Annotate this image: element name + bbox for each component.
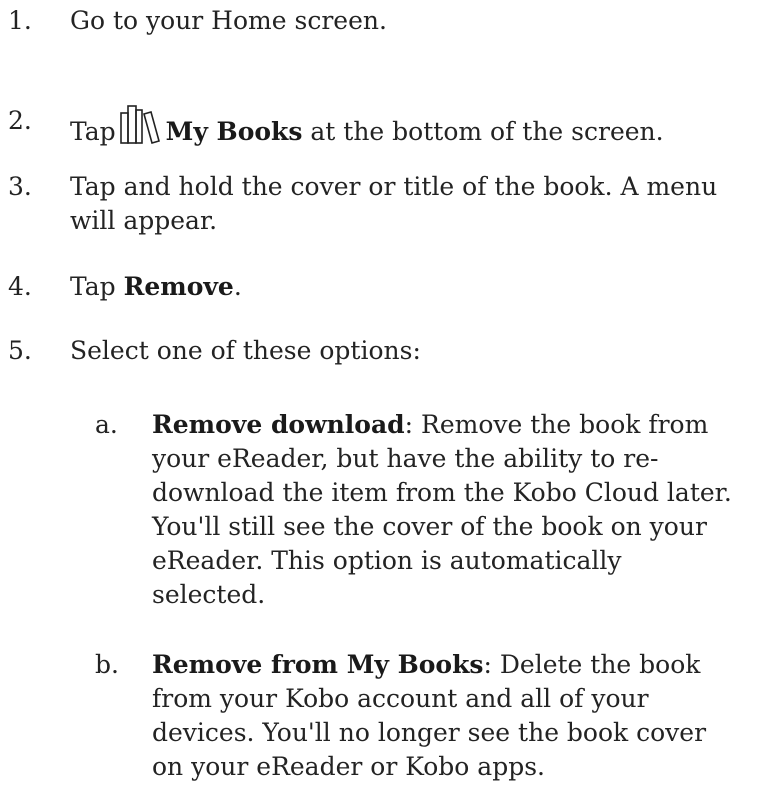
step-text: Tap and hold the cover or title of the b… xyxy=(70,172,718,235)
step-text: Go to your Home screen. xyxy=(70,6,387,35)
step-text: Tap My Books at the bottom of the screen. xyxy=(70,104,730,149)
step-text-prefix: Tap xyxy=(70,117,116,146)
step-text-suffix: . xyxy=(233,272,242,301)
step-text: Select one of these options: xyxy=(70,336,421,365)
remove-label: Remove xyxy=(123,272,234,301)
option-letter: a. xyxy=(95,410,118,439)
step-text-suffix: at the bottom of the screen. xyxy=(302,117,664,146)
step-number: 3. xyxy=(8,172,32,201)
option-letter: b. xyxy=(95,650,119,679)
step-number: 2. xyxy=(8,106,32,135)
option-description: : Remove the book from your eReader, but… xyxy=(152,410,732,609)
option-text: Remove from My Books: Delete the book fr… xyxy=(152,648,732,784)
my-books-icon xyxy=(118,104,162,144)
option-title: Remove download xyxy=(152,410,405,439)
step-number: 4. xyxy=(8,272,32,301)
step-text: Tap Remove. xyxy=(70,270,730,304)
option-text: Remove download: Remove the book from yo… xyxy=(152,408,732,612)
my-books-label: My Books xyxy=(165,117,303,146)
step-number: 1. xyxy=(8,6,32,35)
step-text-prefix: Tap xyxy=(70,272,124,301)
option-title: Remove from My Books xyxy=(152,650,484,679)
step-number: 5. xyxy=(8,336,32,365)
